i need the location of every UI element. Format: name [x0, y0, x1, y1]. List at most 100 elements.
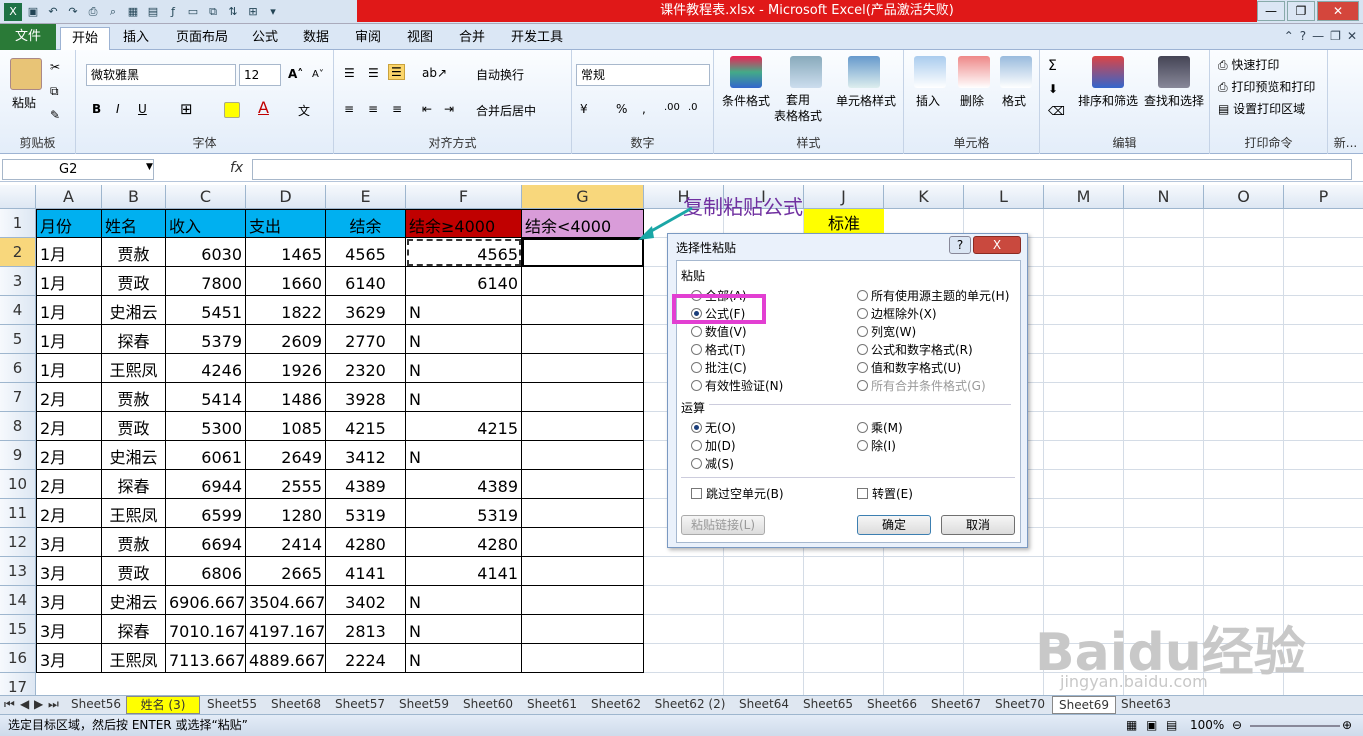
data-cell[interactable]: 2665: [246, 557, 326, 586]
grid-cell[interactable]: [1284, 441, 1363, 470]
grid-cell[interactable]: [964, 615, 1044, 644]
data-cell[interactable]: N: [406, 441, 522, 470]
grid-cell[interactable]: [1284, 383, 1363, 412]
grid-cell[interactable]: [964, 557, 1044, 586]
grid-cell[interactable]: [1124, 238, 1204, 267]
data-cell[interactable]: 6694: [166, 528, 246, 557]
data-cell[interactable]: 4889.667: [246, 644, 326, 673]
delete-cells-icon[interactable]: [958, 56, 990, 88]
column-header-l[interactable]: L: [964, 185, 1044, 209]
sheet-tab[interactable]: 姓名 (3): [126, 696, 200, 714]
header-cell[interactable]: 姓名: [102, 209, 166, 238]
align-left-icon[interactable]: ≡: [344, 102, 354, 116]
grid-cell[interactable]: [1124, 296, 1204, 325]
grid-cell[interactable]: [1124, 354, 1204, 383]
grid-cell[interactable]: [1204, 296, 1284, 325]
radio-paste-values[interactable]: 数值(V): [691, 323, 747, 340]
sheet-tab[interactable]: Sheet62 (2): [648, 696, 732, 714]
data-cell[interactable]: 5451: [166, 296, 246, 325]
header-cell[interactable]: 收入: [166, 209, 246, 238]
sheet-tab[interactable]: Sheet59: [392, 696, 456, 714]
grid-cell[interactable]: [1284, 412, 1363, 441]
data-cell[interactable]: N: [406, 644, 522, 673]
wrap-text-button[interactable]: 自动换行: [476, 66, 524, 83]
column-header-j[interactable]: J: [804, 185, 884, 209]
data-cell[interactable]: 2224: [326, 644, 406, 673]
data-cell[interactable]: 贾政: [102, 412, 166, 441]
data-cell[interactable]: 4141: [326, 557, 406, 586]
increase-indent-icon[interactable]: ⇥: [444, 102, 454, 116]
close-button[interactable]: ✕: [1317, 1, 1359, 21]
row-header-11[interactable]: 11: [0, 499, 36, 528]
row-header-3[interactable]: 3: [0, 267, 36, 296]
column-header-d[interactable]: D: [246, 185, 326, 209]
column-header-n[interactable]: N: [1124, 185, 1204, 209]
radio-paste-formats[interactable]: 格式(T): [691, 341, 746, 358]
data-cell[interactable]: N: [406, 296, 522, 325]
row-header-14[interactable]: 14: [0, 586, 36, 615]
sheet-tab[interactable]: Sheet66: [860, 696, 924, 714]
row-header-5[interactable]: 5: [0, 325, 36, 354]
doc-minimize-icon[interactable]: —: [1312, 29, 1324, 43]
tab-insert[interactable]: 插入: [114, 27, 158, 50]
data-cell[interactable]: 1465: [246, 238, 326, 267]
data-cell[interactable]: 1月: [36, 354, 102, 383]
delete-cells-button[interactable]: 删除: [960, 92, 984, 109]
font-size-combo[interactable]: 12: [239, 64, 281, 86]
data-cell[interactable]: 3月: [36, 557, 102, 586]
data-cell[interactable]: 1822: [246, 296, 326, 325]
sheet-nav-prev-icon[interactable]: ◀: [20, 696, 29, 714]
data-cell[interactable]: 贾政: [102, 267, 166, 296]
sheet-tab[interactable]: Sheet60: [456, 696, 520, 714]
header-cell[interactable]: 支出: [246, 209, 326, 238]
grid-cell[interactable]: [1204, 325, 1284, 354]
font-color-icon[interactable]: A: [258, 98, 269, 117]
data-cell[interactable]: 探春: [102, 615, 166, 644]
grid-cell[interactable]: [644, 586, 724, 615]
data-cell[interactable]: 3月: [36, 615, 102, 644]
grid-cell[interactable]: [644, 644, 724, 673]
tab-file[interactable]: 文件: [0, 24, 56, 50]
data-cell[interactable]: 4215: [406, 412, 522, 441]
conditional-format-icon[interactable]: [730, 56, 762, 88]
row-header-15[interactable]: 15: [0, 615, 36, 644]
sheet-tab[interactable]: Sheet62: [584, 696, 648, 714]
data-cell[interactable]: 贾政: [102, 557, 166, 586]
grid-cell[interactable]: [1044, 412, 1124, 441]
data-cell[interactable]: 贾赦: [102, 528, 166, 557]
grid-cell[interactable]: [1284, 209, 1363, 238]
data-cell[interactable]: 1280: [246, 499, 326, 528]
normal-view-icon[interactable]: ▦: [1126, 715, 1137, 736]
data-cell[interactable]: N: [406, 383, 522, 412]
grid-cell[interactable]: [1044, 296, 1124, 325]
row-header-2[interactable]: 2: [0, 238, 36, 267]
cell-styles-icon[interactable]: [848, 56, 880, 88]
zoom-in-icon[interactable]: ⊕: [1342, 715, 1352, 736]
data-cell[interactable]: [522, 470, 644, 499]
grid-cell[interactable]: [1124, 528, 1204, 557]
align-center-icon[interactable]: ≡: [368, 102, 378, 116]
sheet-tab[interactable]: Sheet65: [796, 696, 860, 714]
column-header-f[interactable]: F: [406, 185, 522, 209]
restore-button[interactable]: ❐: [1287, 1, 1315, 21]
ok-button[interactable]: 确定: [857, 515, 931, 535]
help-icon[interactable]: ?: [1300, 29, 1306, 43]
grid-cell[interactable]: [1204, 383, 1284, 412]
tab-data[interactable]: 数据: [296, 27, 336, 50]
data-cell[interactable]: 探春: [102, 470, 166, 499]
data-cell[interactable]: 4565: [406, 238, 522, 267]
data-cell[interactable]: 5319: [406, 499, 522, 528]
grid-cell[interactable]: [1284, 470, 1363, 499]
grid-cell[interactable]: [1204, 499, 1284, 528]
radio-paste-values-numbers[interactable]: 值和数字格式(U): [857, 359, 961, 376]
grid-cell[interactable]: [724, 586, 804, 615]
radio-paste-no-borders[interactable]: 边框除外(X): [857, 305, 937, 322]
grid-cell[interactable]: [1044, 557, 1124, 586]
bold-button[interactable]: B: [92, 102, 101, 116]
grid-cell[interactable]: [1124, 383, 1204, 412]
percent-icon[interactable]: %: [616, 102, 627, 116]
data-cell[interactable]: 2609: [246, 325, 326, 354]
row-header-8[interactable]: 8: [0, 412, 36, 441]
data-cell[interactable]: 1085: [246, 412, 326, 441]
data-cell[interactable]: [522, 238, 644, 267]
